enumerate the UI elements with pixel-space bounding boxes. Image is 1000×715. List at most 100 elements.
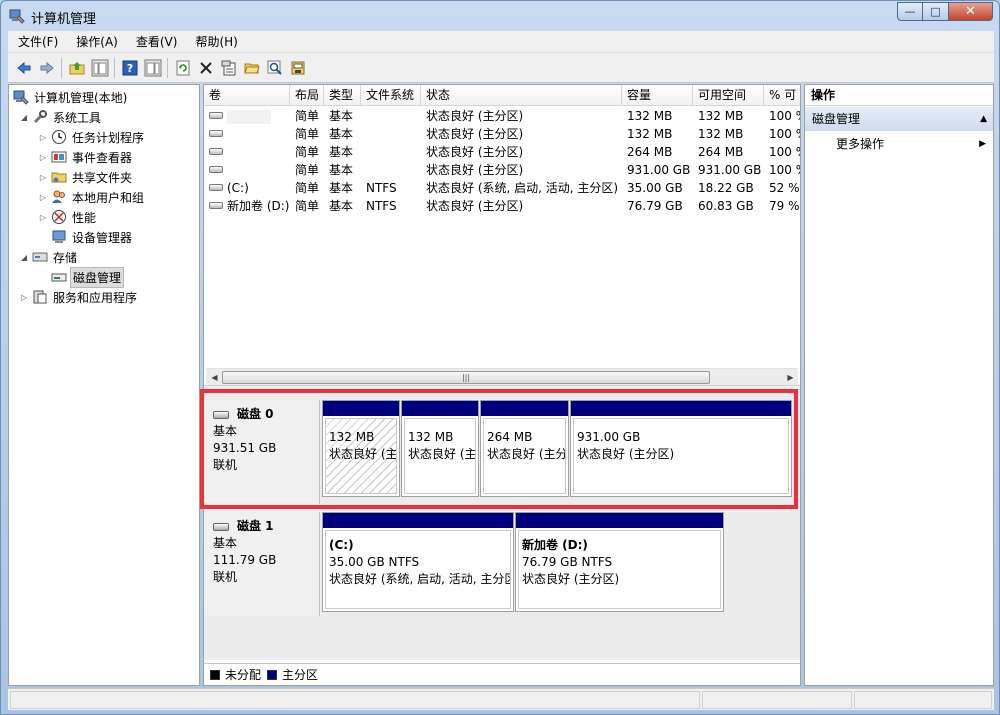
show-hide-tree-button[interactable] xyxy=(88,56,111,79)
menu-action[interactable]: 操作(A) xyxy=(66,33,126,50)
partition-label: 新加卷 (D:) xyxy=(522,538,588,552)
show-hide-action-pane-button[interactable] xyxy=(141,56,164,79)
table-row[interactable]: 新加卷 (D:) 简单 基本 NTFS 状态良好 (主分区) 76.79 GB 60.83 … xyxy=(204,197,800,215)
partition-type-bar xyxy=(323,401,399,416)
delete-button[interactable] xyxy=(194,56,217,79)
minimize-button[interactable]: — xyxy=(897,2,923,21)
cell-layout: 简单 xyxy=(295,127,320,141)
expand-arrow-icon[interactable]: ▷ xyxy=(38,172,48,182)
column-header-percent-free[interactable]: % 可 xyxy=(764,85,800,106)
partition-type-bar xyxy=(481,401,568,416)
title-bar[interactable]: 计算机管理 — □ ✕ xyxy=(1,1,999,31)
tree-label: 计算机管理(本地) xyxy=(34,90,128,105)
partition-size: 931.00 GB xyxy=(577,430,641,444)
expand-arrow-icon[interactable]: ▷ xyxy=(38,132,48,142)
tree-item-system-tools[interactable]: ◢ 系统工具 xyxy=(19,107,103,127)
partition[interactable]: 132 MB 状态良好 (主 xyxy=(401,400,479,497)
close-button[interactable]: ✕ xyxy=(949,2,993,21)
partition[interactable]: (C:) 35.00 GB NTFS 状态良好 (系统, 启动, 活动, 主分区 xyxy=(322,512,514,612)
search-button[interactable] xyxy=(263,56,286,79)
menu-file[interactable]: 文件(F) xyxy=(8,33,66,50)
column-header-filesystem[interactable]: 文件系统 xyxy=(361,85,421,106)
collapse-arrow-icon[interactable]: ◢ xyxy=(19,252,29,262)
forward-arrow-icon xyxy=(40,61,54,74)
tree-item-local-users[interactable]: ▷ 本地用户和组 xyxy=(38,187,146,207)
table-row[interactable]: (C:) 简单 基本 NTFS 状态良好 (系统, 启动, 活动, 主分区) 35.00 … xyxy=(204,179,800,197)
open-button[interactable] xyxy=(240,56,263,79)
tree-item-task-scheduler[interactable]: ▷ 任务计划程序 xyxy=(38,127,146,147)
tree-item-device-manager[interactable]: 设备管理器 xyxy=(51,227,134,247)
expand-arrow-icon[interactable]: ▷ xyxy=(38,212,48,222)
menu-help[interactable]: 帮助(H) xyxy=(185,33,245,50)
status-segment xyxy=(10,691,700,709)
tree-item-computer-management[interactable]: 计算机管理(本地) xyxy=(13,87,129,107)
forward-button[interactable] xyxy=(35,56,58,79)
scroll-right-icon[interactable]: ▶ xyxy=(784,371,797,384)
refresh-button[interactable] xyxy=(171,56,194,79)
scrollbar-thumb[interactable]: ||| xyxy=(222,371,710,384)
tree-item-services-apps[interactable]: ▷ 服务和应用程序 xyxy=(19,287,139,307)
up-level-button[interactable] xyxy=(65,56,88,79)
tree-item-storage[interactable]: ◢ 存储 xyxy=(19,247,79,267)
legend-label: 主分区 xyxy=(282,668,319,682)
tree-item-performance[interactable]: ▷ 性能 xyxy=(38,207,98,227)
disk-row[interactable]: 磁盘 0 基本 931.51 GB 联机 132 MB 状态良好 (主 132 … xyxy=(204,400,800,504)
column-header-volume[interactable]: 卷 xyxy=(204,85,290,106)
tree-item-event-viewer[interactable]: ▷ 事件查看器 xyxy=(38,147,134,167)
column-header-free-space[interactable]: 可用空间 xyxy=(693,85,764,106)
disk-info[interactable]: 磁盘 1 基本 111.79 GB 联机 xyxy=(204,512,320,616)
disk-info[interactable]: 磁盘 0 基本 931.51 GB 联机 xyxy=(204,400,320,504)
disk-row[interactable]: 磁盘 1 基本 111.79 GB 联机 (C:) 35.00 GB NTFS … xyxy=(204,512,800,616)
column-header-layout[interactable]: 布局 xyxy=(290,85,324,106)
back-button[interactable] xyxy=(12,56,35,79)
disk-settings-button[interactable] xyxy=(286,56,309,79)
expand-arrow-icon[interactable]: ▷ xyxy=(38,192,48,202)
expand-arrow-icon[interactable]: ▷ xyxy=(38,152,48,162)
legend: 未分配 主分区 xyxy=(204,663,800,685)
legend-item: 未分配 xyxy=(210,666,261,683)
partition[interactable]: 新加卷 (D:) 76.79 GB NTFS 状态良好 (主分区) xyxy=(515,512,724,612)
cell-capacity: 931.00 GB xyxy=(627,163,691,177)
maximize-button[interactable]: □ xyxy=(923,2,949,21)
help-icon: ? xyxy=(122,60,137,75)
action-section-disk-management[interactable]: 磁盘管理 ▲ xyxy=(805,107,993,131)
computer-management-icon xyxy=(13,90,29,105)
tree-label: 系统工具 xyxy=(53,110,102,125)
disk-type: 基本 xyxy=(213,536,238,550)
table-row[interactable]: 简单基本 状态良好 (主分区) 132 MB 132 MB 100 % xyxy=(204,125,800,143)
tree-label: 设备管理器 xyxy=(72,230,133,245)
table-row[interactable]: 简单基本 状态良好 (主分区) 931.00 GB 931.00 GB 100 % xyxy=(204,161,800,179)
partition[interactable]: 132 MB 状态良好 (主 xyxy=(322,400,400,497)
partition[interactable]: 931.00 GB 状态良好 (主分区) xyxy=(570,400,792,497)
table-row[interactable]: 简单基本 状态良好 (主分区) 264 MB 264 MB 100 % xyxy=(204,143,800,161)
menu-view[interactable]: 查看(V) xyxy=(126,33,186,50)
status-segment xyxy=(702,691,852,709)
cell-layout: 简单 xyxy=(295,109,320,123)
properties-button[interactable] xyxy=(217,56,240,79)
tree-item-disk-management[interactable]: 磁盘管理 xyxy=(51,266,125,288)
cell-layout: 简单 xyxy=(295,181,320,195)
table-row[interactable]: 简单基本 状态良好 (主分区) 132 MB 132 MB 100 % xyxy=(204,107,800,125)
window-title: 计算机管理 xyxy=(31,12,97,27)
more-actions-item[interactable]: 更多操作 ▶ xyxy=(805,133,993,155)
column-header-status[interactable]: 状态 xyxy=(421,85,622,106)
partition-size: 35.00 GB NTFS xyxy=(329,555,420,569)
toolbar-separator xyxy=(167,57,168,78)
collapse-triangle-icon[interactable]: ▲ xyxy=(980,107,987,131)
cell-type: 基本 xyxy=(329,181,354,195)
scroll-left-icon[interactable]: ◀ xyxy=(208,371,221,384)
tree-label: 服务和应用程序 xyxy=(53,290,138,305)
column-header-capacity[interactable]: 容量 xyxy=(622,85,693,106)
cell-percent-free: 100 % xyxy=(769,109,800,123)
partition-body: 931.00 GB 状态良好 (主分区) xyxy=(573,418,789,494)
partition[interactable]: 264 MB 状态良好 (主分 xyxy=(480,400,569,497)
expand-arrow-icon[interactable]: ▷ xyxy=(19,292,29,302)
cell-filesystem: NTFS xyxy=(366,181,397,195)
column-header-type[interactable]: 类型 xyxy=(324,85,361,106)
collapse-arrow-icon[interactable]: ◢ xyxy=(19,112,29,122)
tree-item-shared-folders[interactable]: ▷ 共享文件夹 xyxy=(38,167,134,187)
partition-body: 132 MB 状态良好 (主 xyxy=(325,418,397,494)
horizontal-scrollbar[interactable]: ◀ ||| ▶ xyxy=(206,368,798,385)
help-button[interactable]: ? xyxy=(118,56,141,79)
tree-label: 性能 xyxy=(72,210,97,225)
